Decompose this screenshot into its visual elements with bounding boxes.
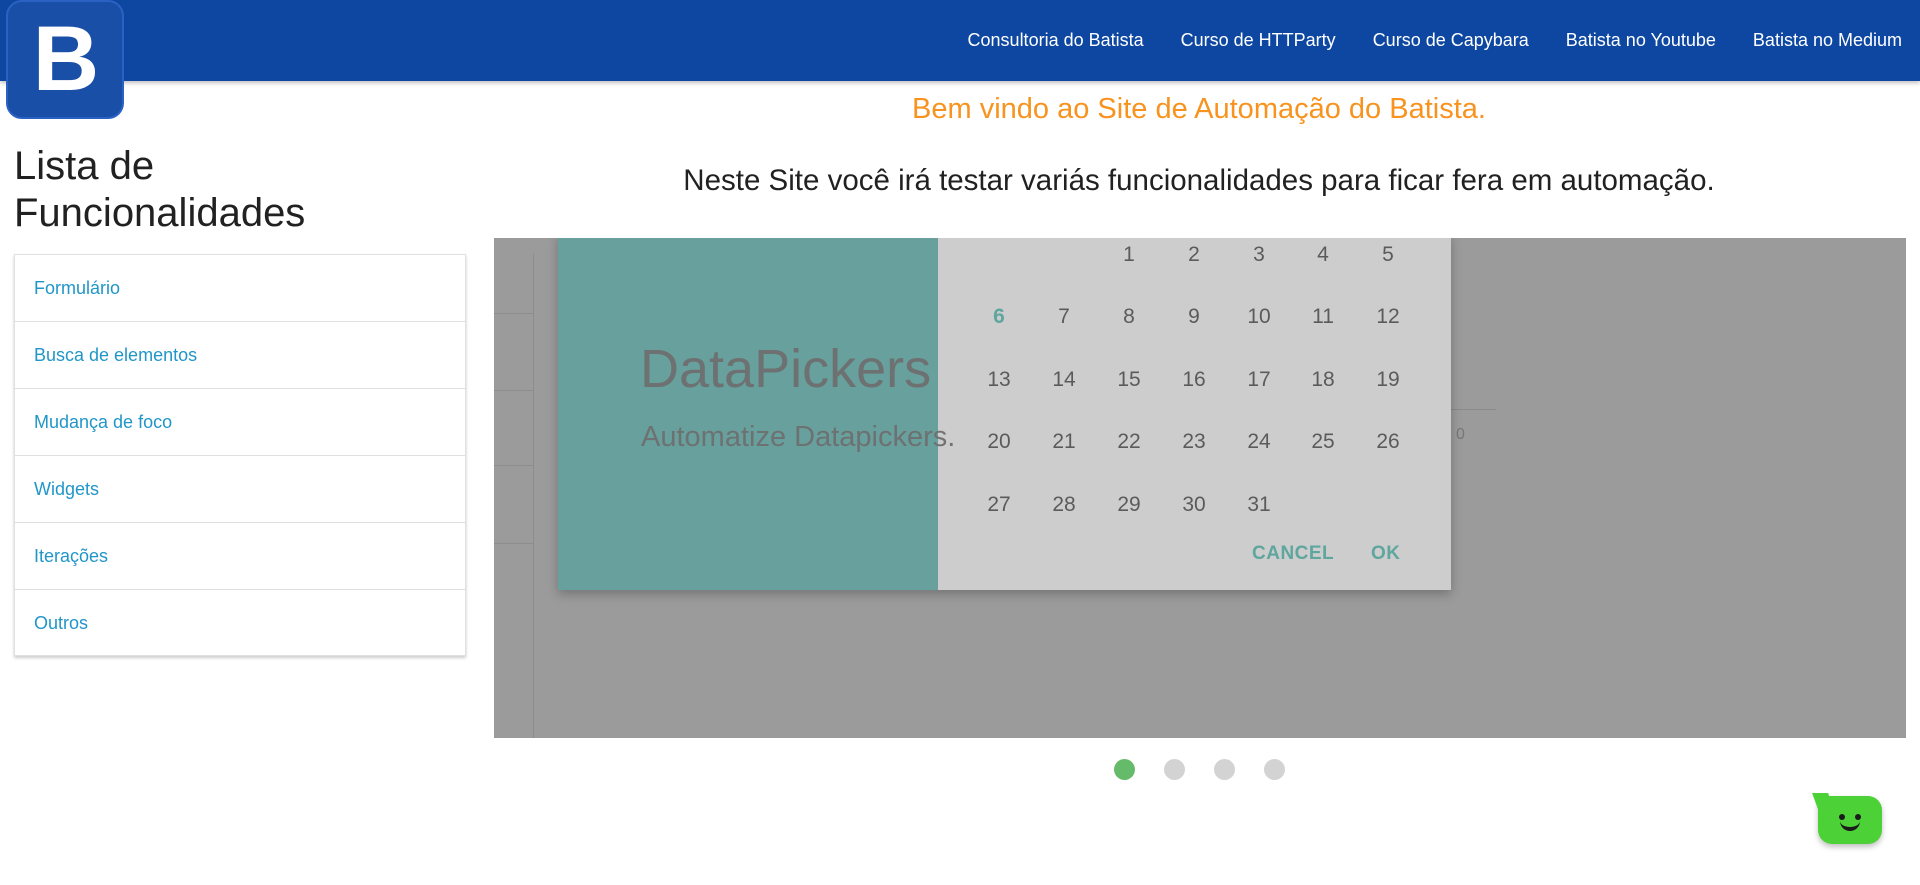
sidebar-item-label: Iterações	[34, 545, 109, 566]
calendar-day[interactable]: 18	[1303, 368, 1343, 392]
calendar-day[interactable]: 27	[979, 493, 1019, 517]
sidebar-item-busca-de-elementos[interactable]: Busca de elementos	[15, 322, 465, 389]
background-axis-label: 0	[1456, 426, 1465, 443]
carousel-dot[interactable]	[1214, 759, 1235, 780]
calendar-day[interactable]: 13	[979, 368, 1019, 392]
calendar-day[interactable]: 1	[1109, 243, 1149, 267]
datepicker-dialog: 1 2 3 4 5 6 7 8 9 10 11 12 13 14 15 16 17 18 19 20 21 22 23 24 2…	[558, 238, 1451, 590]
calendar-day[interactable]: 31	[1239, 493, 1279, 517]
calendar-day[interactable]: 6	[979, 305, 1019, 329]
sidebar-menu: Formulário Busca de elementos Mudança de…	[14, 254, 466, 656]
calendar-day[interactable]: 28	[1044, 493, 1084, 517]
chat-eye-right	[1855, 814, 1861, 820]
calendar-day[interactable]: 14	[1044, 368, 1084, 392]
sidebar-item-label: Widgets	[34, 478, 100, 499]
sidebar-item-formulario[interactable]: Formulário	[15, 255, 465, 322]
chat-widget-button[interactable]	[1812, 793, 1882, 844]
calendar-day[interactable]: 10	[1239, 305, 1279, 329]
ghost-divider	[494, 465, 534, 466]
calendar-day[interactable]: 19	[1368, 368, 1408, 392]
datepicker-header-panel	[558, 238, 938, 590]
chat-bubble-tail	[1812, 793, 1834, 809]
carousel-dot[interactable]	[1164, 759, 1185, 780]
calendar-day[interactable]: 22	[1109, 430, 1149, 454]
sidebar-item-label: Formulário	[34, 277, 121, 298]
calendar-day[interactable]: 20	[979, 430, 1019, 454]
calendar-day[interactable]: 12	[1368, 305, 1408, 329]
calendar-day[interactable]: 17	[1239, 368, 1279, 392]
calendar-day[interactable]: 25	[1303, 430, 1343, 454]
calendar-day[interactable]: 29	[1109, 493, 1149, 517]
calendar-day[interactable]: 23	[1174, 430, 1214, 454]
welcome-subtitle: Neste Site você irá testar variás funcio…	[683, 164, 1715, 197]
background-table-ghost	[494, 253, 534, 738]
calendar-day[interactable]: 9	[1174, 305, 1214, 329]
nav-link-consultoria[interactable]: Consultoria do Batista	[968, 30, 1144, 51]
sidebar-item-label: Outros	[34, 613, 89, 633]
logo-letter: B	[32, 8, 99, 110]
carousel-dot[interactable]	[1114, 759, 1135, 780]
calendar-day[interactable]: 8	[1109, 305, 1149, 329]
nav-link-httparty[interactable]: Curso de HTTParty	[1181, 30, 1336, 51]
welcome-heading: Bem vindo ao Site de Automação do Batist…	[912, 93, 1486, 125]
calendar-day[interactable]: 2	[1174, 243, 1214, 267]
calendar-day[interactable]: 5	[1368, 243, 1408, 267]
sidebar-item-label: Busca de elementos	[34, 344, 198, 365]
sidebar-item-mudanca-de-foco[interactable]: Mudança de foco	[15, 389, 465, 456]
nav-link-capybara[interactable]: Curso de Capybara	[1373, 30, 1529, 51]
calendar-day[interactable]: 26	[1368, 430, 1408, 454]
sidebar-item-widgets[interactable]: Widgets	[15, 456, 465, 523]
carousel-dot[interactable]	[1264, 759, 1285, 780]
site-logo[interactable]: B	[6, 0, 124, 119]
ok-button[interactable]: OK	[1371, 543, 1401, 565]
slide-caption-title: DataPickers	[640, 339, 932, 399]
calendar-day[interactable]: 30	[1174, 493, 1214, 517]
ghost-divider	[494, 313, 534, 314]
chat-mouth	[1840, 821, 1860, 831]
datepicker-calendar-panel: 1 2 3 4 5 6 7 8 9 10 11 12 13 14 15 16 17 18 19 20 21 22 23 24 2…	[938, 238, 1451, 590]
sidebar-title: Lista de Funcionalidades	[14, 143, 354, 237]
calendar-day[interactable]: 3	[1239, 243, 1279, 267]
calendar-day[interactable]: 16	[1174, 368, 1214, 392]
nav-links: Consultoria do Batista Curso de HTTParty…	[931, 0, 1902, 81]
calendar-day[interactable]: 11	[1303, 305, 1343, 329]
carousel-slide[interactable]: 0 1 2 3 4 5 6 7 8 9 10 11 12 13 14 15 16 17 18 19 20 21 22 23 2…	[494, 238, 1906, 738]
nav-link-youtube[interactable]: Batista no Youtube	[1566, 30, 1716, 51]
sidebar-item-outros[interactable]: Outros	[15, 590, 465, 657]
top-navbar: Consultoria do Batista Curso de HTTParty…	[0, 0, 1920, 81]
sidebar-item-iteracoes[interactable]: Iterações	[15, 523, 465, 590]
ghost-divider	[494, 390, 534, 391]
ghost-divider	[494, 543, 534, 544]
calendar-day[interactable]: 7	[1044, 305, 1084, 329]
chat-eye-left	[1839, 814, 1845, 820]
cancel-button[interactable]: CANCEL	[1252, 543, 1334, 565]
nav-link-medium[interactable]: Batista no Medium	[1753, 30, 1902, 51]
carousel-indicators	[1114, 759, 1314, 780]
calendar-day[interactable]: 4	[1303, 243, 1343, 267]
calendar-day[interactable]: 15	[1109, 368, 1149, 392]
slide-caption-subtitle: Automatize Datapickers.	[641, 421, 956, 453]
background-axis-line	[1446, 409, 1496, 410]
sidebar-item-label: Mudança de foco	[34, 411, 173, 432]
sidebar-title-text: Lista de Funcionalidades	[14, 144, 306, 235]
calendar-day[interactable]: 21	[1044, 430, 1084, 454]
calendar-day[interactable]: 24	[1239, 430, 1279, 454]
